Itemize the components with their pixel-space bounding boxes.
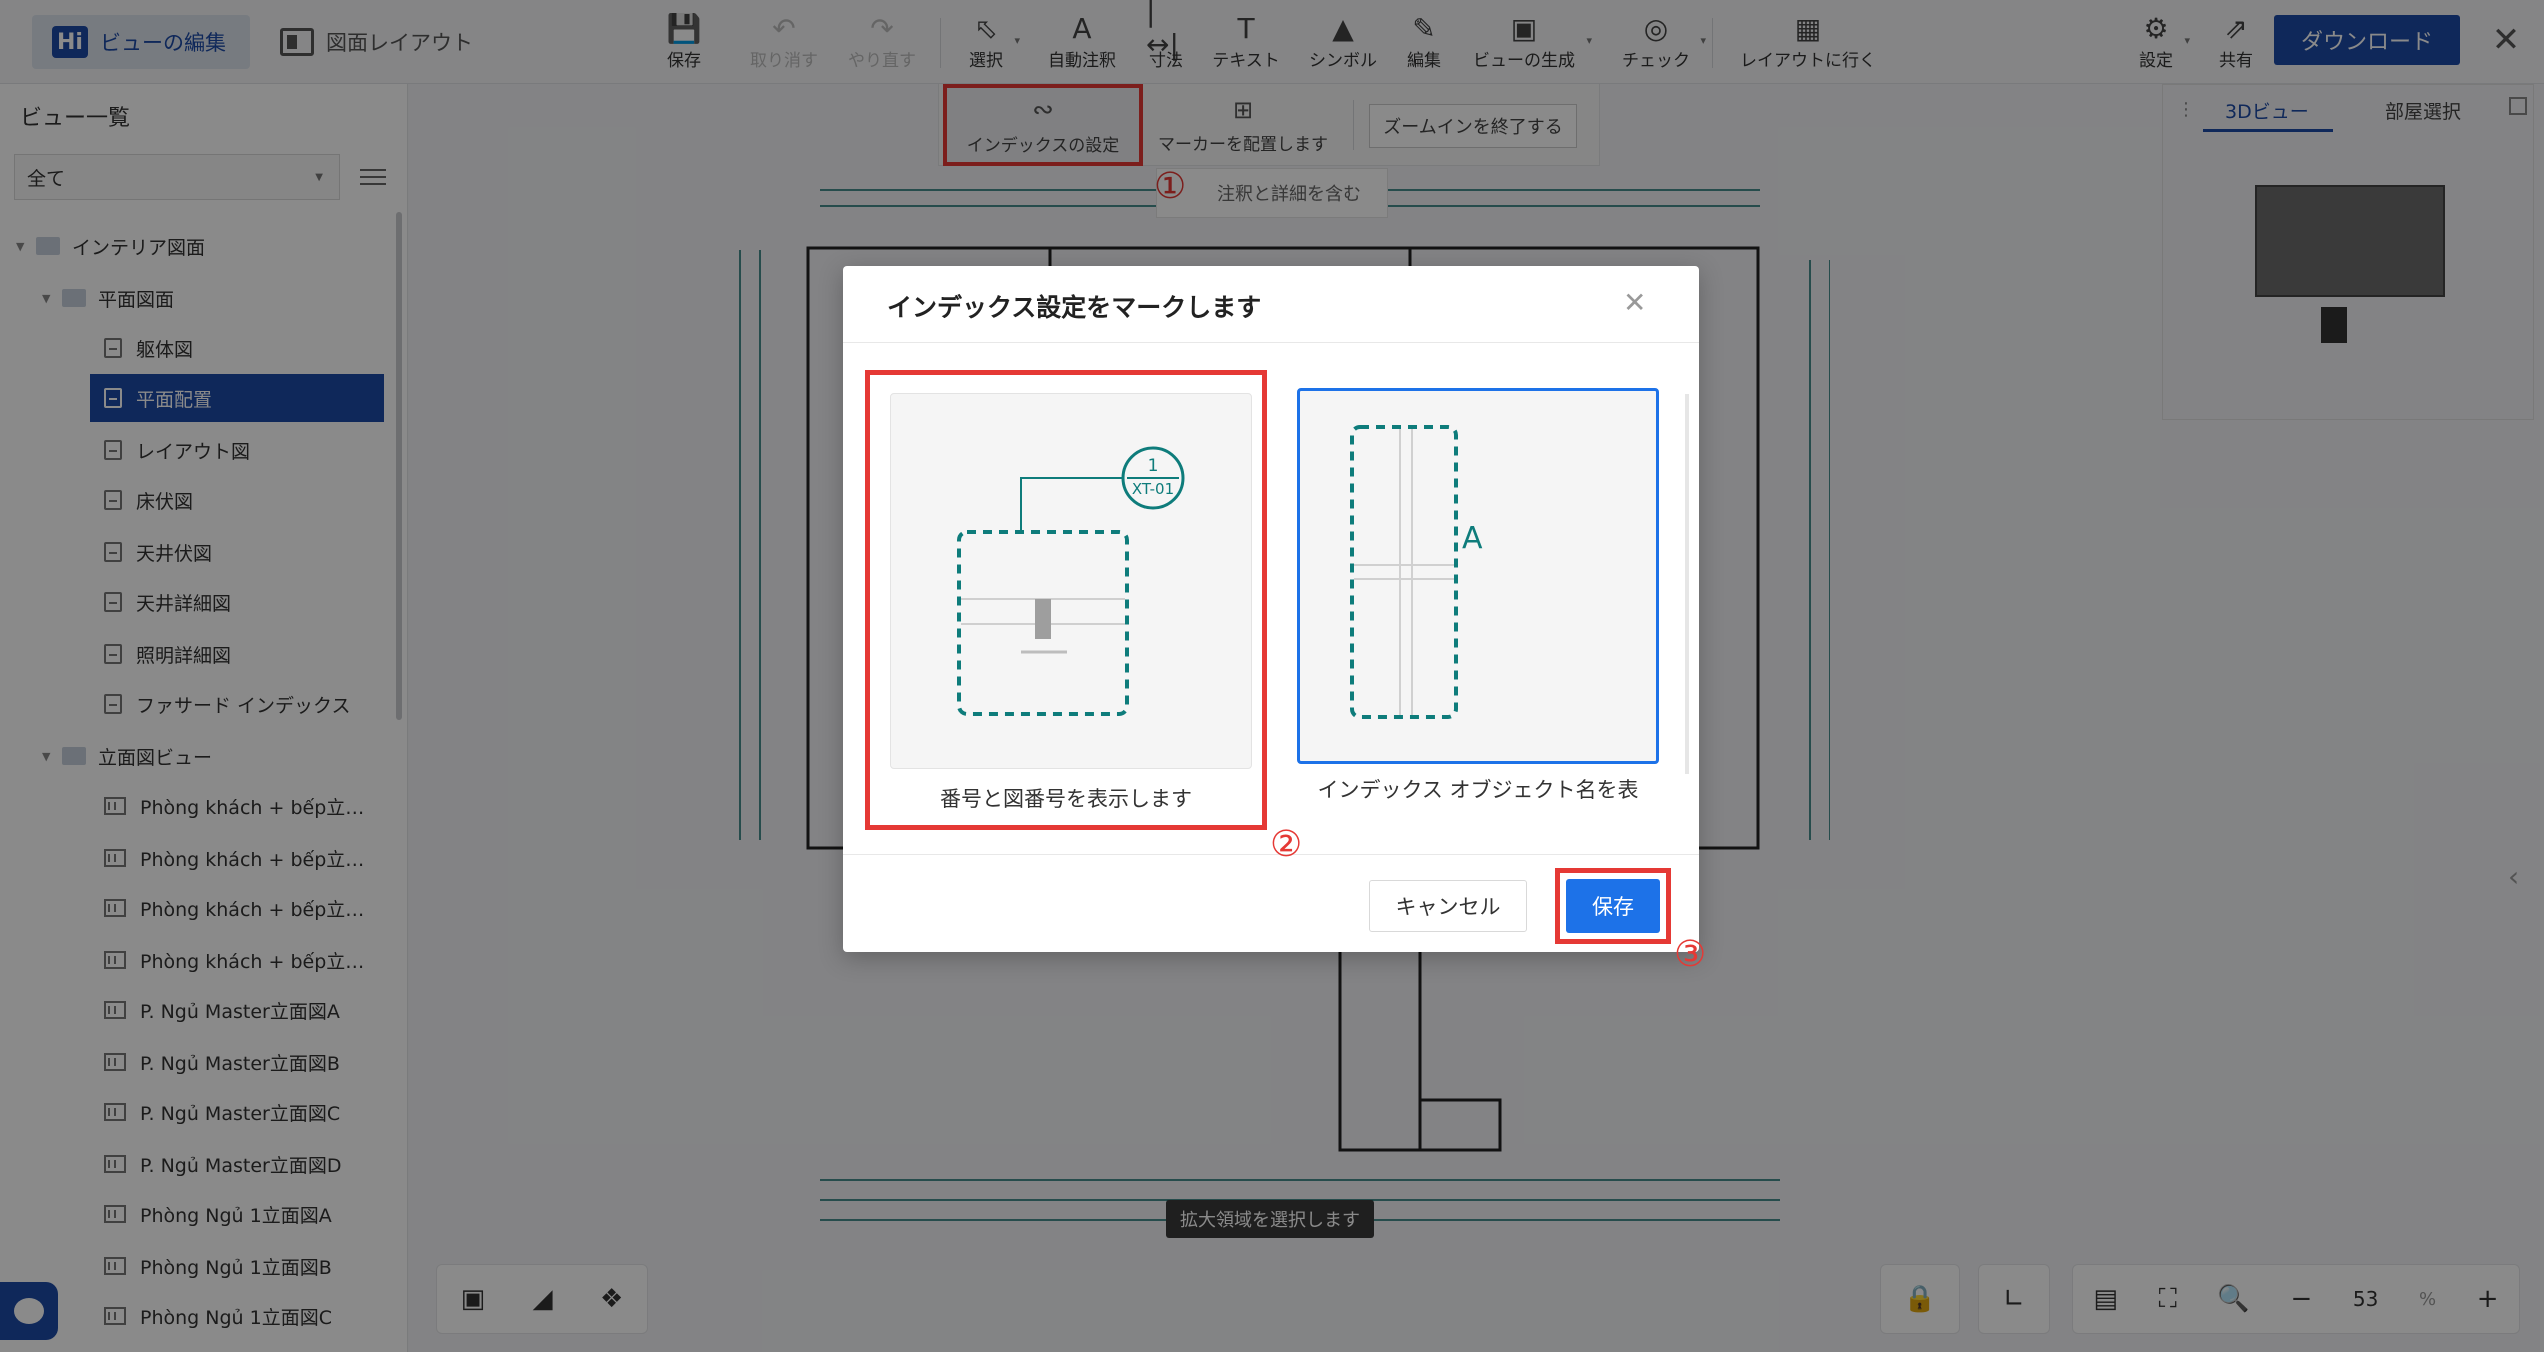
step-3-marker: ③ xyxy=(1674,934,1707,975)
object-letter: A xyxy=(1462,521,1483,556)
dialog-title: インデックス設定をマークします xyxy=(887,293,1262,322)
cancel-button[interactable]: キャンセル xyxy=(1369,880,1527,932)
index-number-preview xyxy=(957,446,1185,716)
option-object-name-label: インデックス オブジェクト名を表 xyxy=(1317,778,1639,802)
step-2-marker: ② xyxy=(1270,824,1303,865)
divider xyxy=(843,342,1699,343)
sheet-number: XT-01 xyxy=(1131,480,1175,498)
index-object-preview xyxy=(1350,425,1458,719)
close-icon[interactable]: ✕ xyxy=(1623,286,1646,319)
option-number-sheet-card[interactable]: 1 XT-01 xyxy=(890,393,1252,769)
save-button-highlight: 保存 xyxy=(1555,868,1671,944)
dialog-scrollbar[interactable] xyxy=(1685,394,1689,774)
index-number: 1 xyxy=(1147,456,1159,476)
option-number-sheet-label: 番号と図番号を表示します xyxy=(940,787,1192,811)
option-number-sheet-highlight[interactable]: 1 XT-01 番号と図番号を表示します xyxy=(865,370,1267,830)
save-button[interactable]: 保存 xyxy=(1566,879,1660,933)
option-object-name-card[interactable]: A xyxy=(1297,388,1659,764)
